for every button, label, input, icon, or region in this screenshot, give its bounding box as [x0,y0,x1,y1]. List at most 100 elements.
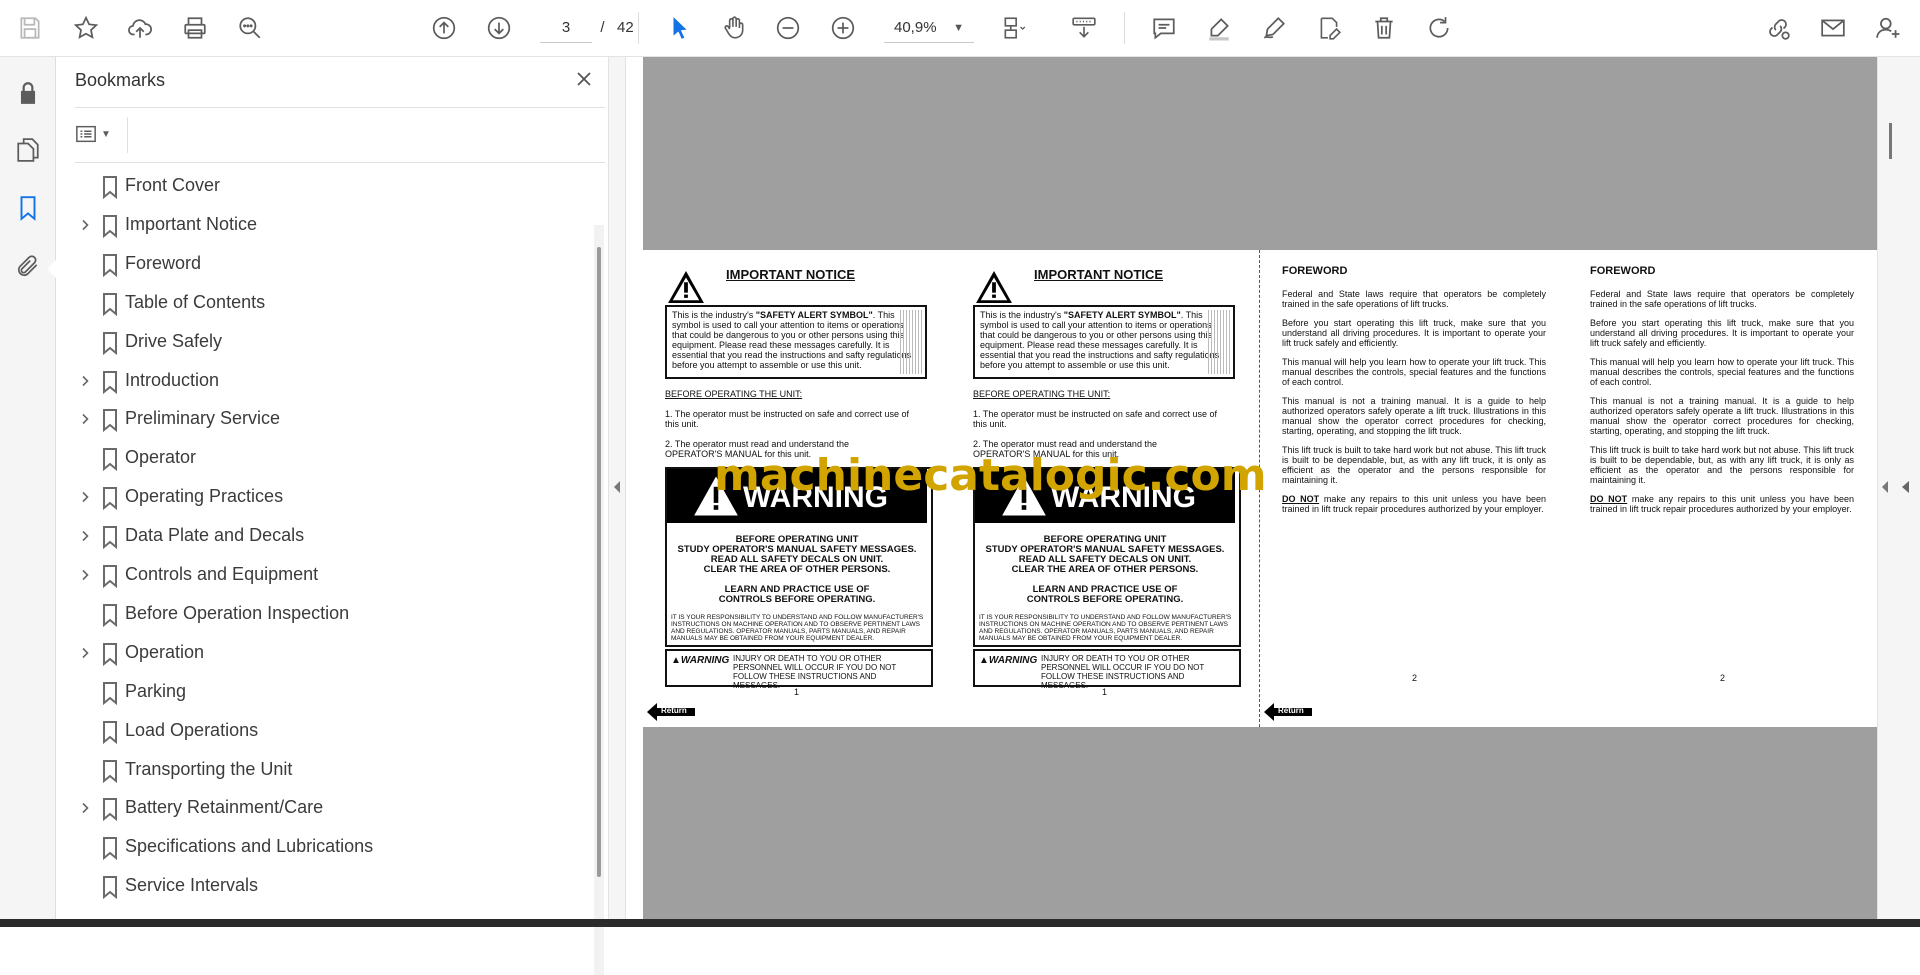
zoom-dropdown[interactable]: 40,9% ▼ [884,14,974,43]
bookmark-label: Battery Retainment/Care [125,797,324,818]
instruction-item: 1. The operator must be instructed on sa… [973,409,1217,429]
bookmark-ribbon-icon [100,292,120,316]
bookmark-item[interactable]: Service Intervals [75,867,575,903]
bookmark-item[interactable]: Before Operation Inspection [75,595,575,631]
bookmark-item[interactable]: Specifications and Lubrications [75,828,575,864]
email-icon[interactable] [1817,12,1849,44]
chevron-right-icon[interactable] [79,218,91,230]
bookmark-item[interactable]: Table of Contents [75,284,575,320]
zoom-out-icon[interactable] [772,12,804,44]
bookmark-icon[interactable] [12,192,44,224]
right-tools-rail [1893,57,1920,919]
chevron-right-icon[interactable] [79,412,91,425]
scroll-thumb[interactable] [1889,123,1892,159]
bookmark-options-button[interactable]: ▼ [75,119,123,149]
chevron-right-icon[interactable] [79,490,91,503]
bookmark-item[interactable]: Foreword [75,245,575,281]
lock-icon[interactable] [12,77,44,109]
bookmark-ribbon-icon [100,759,120,783]
chevron-right-icon[interactable] [79,646,91,658]
instruction-item: 1. The operator must be instructed on sa… [665,409,909,429]
return-button[interactable]: Return [647,702,695,722]
foreword-text: Federal and State laws require that oper… [1282,289,1546,514]
bookmark-item[interactable]: Introduction [75,362,575,398]
bookmark-item[interactable]: Parking [75,673,575,709]
safety-symbol-box: This is the industry's "SAFETY ALERT SYM… [665,305,927,379]
bookmark-tree: Front Cover Important Notice Foreword Table… [75,167,585,919]
chevron-down-icon: ▼ [953,22,964,34]
bookmark-ribbon-icon [100,214,120,239]
page-down-icon[interactable] [483,12,515,44]
bookmark-ribbon-icon [100,797,120,822]
rotate-icon[interactable] [1423,12,1455,44]
panel-divider [127,117,128,153]
bookmark-ribbon-icon [100,836,120,861]
bookmark-item[interactable]: Operating Practices [75,478,575,514]
bookmark-item[interactable]: Data Plate and Decals [75,517,575,553]
upload-icon[interactable] [124,12,156,44]
bookmark-item[interactable]: Operator [75,439,575,475]
account-icon[interactable] [1872,12,1904,44]
toolbar-divider [1124,12,1125,44]
safety-alert-icon [976,270,1012,304]
bookmark-label: Operating Practices [125,486,284,507]
bookmark-item[interactable]: Drive Safely [75,323,575,359]
fill-sign-icon[interactable] [1313,12,1345,44]
find-icon[interactable] [234,12,266,44]
page-number: 2 [1412,673,1418,683]
share-link-icon[interactable] [1762,12,1794,44]
notice-title: IMPORTANT NOTICE [726,267,856,282]
highlight-icon[interactable] [1203,12,1235,44]
page-strip: IMPORTANT NOTICE This is the industry's … [643,250,1877,727]
before-operating-heading: BEFORE OPERATING THE UNIT: [665,389,803,399]
hand-icon[interactable] [718,12,750,44]
pages-icon[interactable] [12,134,44,166]
bookmark-item[interactable]: Battery Retainment/Care [75,789,575,825]
injury-text: INJURY OR DEATH TO YOU OR OTHER PERSONNE… [1041,654,1205,690]
list-options-icon [76,125,96,143]
panel-collapse-handle[interactable] [608,57,626,919]
scroll-mode-icon[interactable] [1068,12,1100,44]
comment-icon[interactable] [1148,12,1180,44]
bookmark-label: Introduction [125,369,220,390]
select-cursor-icon[interactable] [664,12,696,44]
foreword-text: Federal and State laws require that oper… [1590,289,1854,514]
navigation-rail [0,57,56,919]
bookmark-item[interactable]: Important Notice [75,206,575,242]
draw-icon[interactable] [1258,12,1290,44]
chevron-right-icon[interactable] [79,529,91,542]
delete-icon[interactable] [1368,12,1400,44]
zoom-value: 40,9% [894,19,937,36]
star-icon[interactable] [70,12,102,44]
chevron-right-icon[interactable] [79,374,91,386]
save-icon[interactable] [14,12,46,44]
bookmark-item[interactable]: Front Cover [75,167,575,203]
print-icon[interactable] [179,12,211,44]
notice-title: IMPORTANT NOTICE [1034,267,1164,282]
chevron-right-icon[interactable] [79,801,91,814]
bookmark-label: Transporting the Unit [125,758,293,779]
bookmark-item[interactable]: Load Operations [75,712,575,748]
expand-tools-icon[interactable] [1902,481,1909,493]
page-up-icon[interactable] [428,12,460,44]
return-button[interactable]: Return [1264,702,1312,722]
zoom-in-icon[interactable] [827,12,859,44]
mini-warning-label: ▲WARNING [671,655,730,666]
bookmark-ribbon-icon [100,681,120,705]
bookmark-item[interactable]: Transporting the Unit [75,751,575,787]
main-toolbar: 3 / 42 40,9% ▼ [0,0,1920,57]
bookmark-label: Operator [125,447,197,468]
bookmarks-scrollbar[interactable] [594,225,604,975]
bookmark-item[interactable]: Operation [75,634,575,670]
bookmark-item[interactable]: Controls and Equipment [75,556,575,592]
page-layout-icon[interactable] [998,12,1030,44]
scroll-thumb[interactable] [597,247,601,877]
chevron-right-icon[interactable] [79,568,91,581]
bookmark-item[interactable]: Preliminary Service [75,400,575,436]
document-viewport[interactable]: IMPORTANT NOTICE This is the industry's … [643,57,1877,919]
injury-decal: ▲WARNING INJURY OR DEATH TO YOU OR OTHER… [973,649,1241,690]
collapse-left-icon [614,481,620,493]
attachment-icon[interactable] [12,250,44,282]
close-icon[interactable] [572,67,596,91]
foreword-page: FOREWORD Federal and State laws require … [1260,250,1568,727]
